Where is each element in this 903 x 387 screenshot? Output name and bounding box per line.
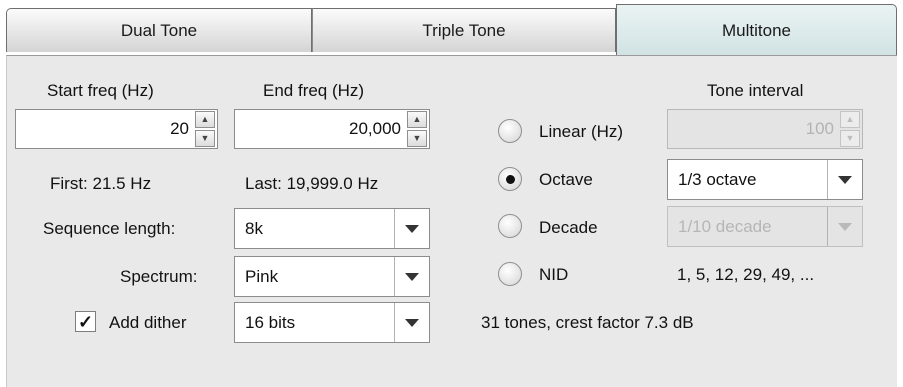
chevron-down-icon[interactable]: [827, 160, 862, 199]
linear-hz-value[interactable]: 100: [668, 119, 840, 139]
dither-bits-value: 16 bits: [245, 312, 296, 332]
chevron-down-icon[interactable]: [394, 209, 429, 248]
spin-up-icon[interactable]: ▲: [840, 111, 860, 128]
start-freq-spinner[interactable]: 20 ▲ ▼: [15, 109, 218, 149]
add-dither-checkbox[interactable]: ✓: [75, 311, 96, 332]
tab-bar: Dual Tone Triple Tone Multitone: [6, 2, 897, 56]
sequence-length-select[interactable]: 8k: [234, 208, 430, 249]
linear-label[interactable]: Linear (Hz): [539, 122, 623, 142]
linear-radio[interactable]: [498, 119, 522, 143]
nid-label[interactable]: NID: [539, 265, 568, 285]
decade-radio[interactable]: [498, 214, 522, 238]
decade-select[interactable]: 1/10 decade: [667, 206, 863, 247]
decade-value: 1/10 decade: [678, 216, 772, 236]
start-freq-value[interactable]: 20: [16, 119, 195, 139]
octave-radio[interactable]: [498, 167, 522, 191]
tone-interval-header: Tone interval: [707, 81, 804, 100]
end-freq-label: End freq (Hz): [263, 81, 365, 100]
chevron-down-icon[interactable]: [827, 207, 862, 246]
tab-dual-tone[interactable]: Dual Tone: [6, 8, 312, 52]
octave-label[interactable]: Octave: [539, 170, 593, 190]
chevron-down-icon[interactable]: [394, 257, 429, 296]
chevron-down-icon[interactable]: [394, 303, 429, 342]
spin-up-icon[interactable]: ▲: [407, 111, 427, 128]
dither-bits-select[interactable]: 16 bits: [234, 302, 430, 343]
nid-values-text: 1, 5, 12, 29, 49, ...: [677, 265, 815, 284]
start-freq-label: Start freq (Hz): [47, 81, 154, 100]
sequence-length-value: 8k: [245, 218, 263, 238]
spectrum-select[interactable]: Pink: [234, 256, 430, 297]
last-freq-text: Last: 19,999.0 Hz: [245, 174, 379, 193]
linear-hz-spinner[interactable]: 100 ▲ ▼: [667, 109, 863, 149]
spin-up-icon[interactable]: ▲: [195, 111, 215, 128]
octave-value: 1/3 octave: [678, 169, 757, 189]
octave-select[interactable]: 1/3 octave: [667, 159, 863, 200]
decade-label[interactable]: Decade: [539, 218, 598, 238]
end-freq-value[interactable]: 20,000: [235, 119, 407, 139]
tone-summary-text: 31 tones, crest factor 7.3 dB: [481, 313, 694, 332]
spin-down-icon[interactable]: ▼: [407, 130, 427, 147]
end-freq-spinner[interactable]: 20,000 ▲ ▼: [234, 109, 430, 149]
tab-triple-tone[interactable]: Triple Tone: [312, 8, 616, 52]
spectrum-label: Spectrum:: [120, 267, 198, 286]
add-dither-label[interactable]: Add dither: [109, 313, 187, 333]
radio-selected-dot: [505, 174, 515, 184]
multitone-panel: Start freq (Hz) 20 ▲ ▼ End freq (Hz) 20,…: [6, 55, 897, 387]
tab-multitone[interactable]: Multitone: [616, 4, 897, 56]
spin-down-icon[interactable]: ▼: [840, 130, 860, 147]
spin-down-icon[interactable]: ▼: [195, 130, 215, 147]
nid-radio[interactable]: [498, 262, 522, 286]
sequence-length-label: Sequence length:: [43, 219, 176, 238]
first-freq-text: First: 21.5 Hz: [50, 174, 152, 193]
spectrum-value: Pink: [245, 266, 279, 286]
